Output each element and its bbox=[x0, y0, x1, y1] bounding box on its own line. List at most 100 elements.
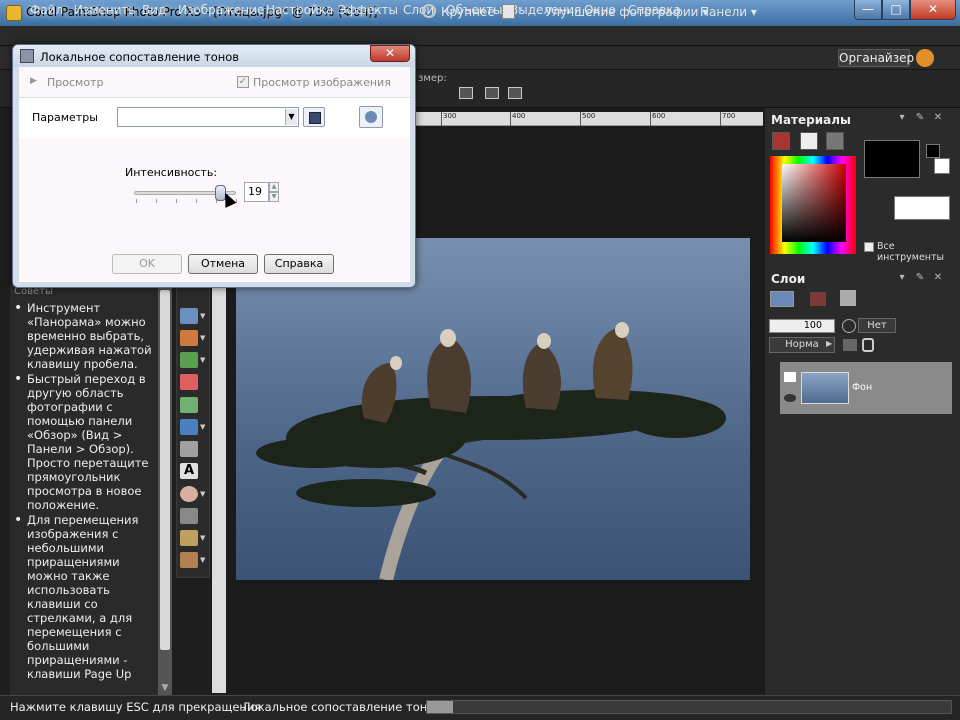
chevron-down-icon[interactable]: ▼ bbox=[200, 556, 205, 564]
app-icon[interactable] bbox=[6, 5, 22, 21]
flood-fill-tool-icon[interactable] bbox=[180, 419, 198, 435]
list-item: Инструмент «Панорама» можно временно выб… bbox=[14, 301, 154, 371]
fit-screen-icon[interactable] bbox=[508, 87, 522, 99]
presets-select[interactable] bbox=[117, 107, 299, 127]
eraser-tool-icon[interactable] bbox=[180, 374, 198, 390]
link-icon[interactable] bbox=[842, 319, 856, 333]
organizer-icon[interactable] bbox=[916, 49, 934, 67]
foreground-color-swatch[interactable] bbox=[926, 144, 940, 158]
panels-menu[interactable]: Панели ▾ bbox=[700, 5, 757, 19]
ruler-label: 600 bbox=[652, 112, 666, 120]
organizer-button[interactable]: Органайзер bbox=[838, 49, 914, 67]
ellipse-tool-icon[interactable] bbox=[180, 486, 198, 502]
ruler-tick bbox=[650, 112, 651, 126]
paint-brush-tool-icon[interactable] bbox=[180, 330, 198, 346]
chevron-right-icon[interactable]: ▶ bbox=[826, 339, 834, 351]
new-layer-icon[interactable] bbox=[770, 291, 794, 307]
tips-list: Инструмент «Панорама» можно временно выб… bbox=[14, 301, 154, 682]
close-icon[interactable]: ✕ bbox=[932, 272, 944, 284]
close-button[interactable]: ✕ bbox=[910, 0, 956, 20]
palette-options-icon[interactable]: ▾ bbox=[896, 112, 908, 124]
menu-item[interactable]: Файл bbox=[30, 3, 63, 17]
zoom-in-button[interactable]: Крупнее bbox=[441, 5, 495, 19]
slider-tick bbox=[156, 199, 157, 203]
chevron-down-icon[interactable]: ▾ bbox=[518, 5, 523, 15]
menu-item[interactable]: Изображение bbox=[178, 3, 264, 17]
layer-name[interactable]: Фон bbox=[852, 382, 872, 393]
ok-button[interactable]: OK bbox=[112, 254, 182, 274]
menu-item[interactable]: Настройка bbox=[266, 3, 333, 17]
preview-image-checkbox[interactable]: ✓ bbox=[237, 76, 249, 88]
maximize-button[interactable]: □ bbox=[882, 0, 910, 20]
ruler-tick bbox=[580, 112, 581, 126]
dialog-title: Локальное сопоставление тонов bbox=[40, 50, 240, 64]
color-saturation-square[interactable] bbox=[782, 164, 846, 242]
preview-image-label: Просмотр изображения bbox=[253, 76, 391, 89]
lock-icon[interactable] bbox=[862, 338, 874, 352]
foreground-swatch[interactable] bbox=[864, 140, 920, 178]
clone-tool-icon[interactable] bbox=[180, 352, 198, 368]
chevron-down-icon[interactable]: ▼ bbox=[200, 534, 205, 542]
spin-up-button[interactable]: ▲ bbox=[269, 182, 279, 192]
chevron-down-icon[interactable]: ▼ bbox=[200, 334, 205, 342]
save-preset-button[interactable] bbox=[303, 107, 325, 127]
document-icon[interactable] bbox=[502, 4, 515, 19]
background-swatch[interactable] bbox=[894, 196, 950, 220]
eye-icon[interactable] bbox=[784, 394, 796, 402]
close-icon[interactable]: ✕ bbox=[932, 112, 944, 124]
slider-tick bbox=[176, 199, 177, 203]
reset-defaults-button[interactable] bbox=[359, 106, 383, 128]
mesh-warp-tool-icon[interactable] bbox=[180, 552, 198, 568]
chevron-down-icon[interactable]: ▼ bbox=[200, 312, 205, 320]
fit-window-icon[interactable] bbox=[459, 87, 473, 99]
image-canvas[interactable] bbox=[236, 238, 750, 580]
intensity-input[interactable]: 19 bbox=[244, 182, 269, 202]
straighten-tool-icon[interactable] bbox=[180, 308, 198, 324]
scrollbar-thumb[interactable] bbox=[160, 290, 170, 650]
pen-tool-icon[interactable] bbox=[180, 508, 198, 524]
scroll-down-icon[interactable]: ▼ bbox=[158, 683, 172, 695]
picture-tube-tool-icon[interactable] bbox=[180, 397, 198, 413]
chevron-down-icon[interactable]: ▼ bbox=[285, 109, 297, 125]
delete-layer-icon[interactable] bbox=[810, 292, 826, 306]
mask-icon[interactable] bbox=[843, 339, 857, 351]
pin-icon[interactable]: ✎ bbox=[914, 272, 926, 284]
layer-effects-icon[interactable] bbox=[840, 290, 856, 306]
intensity-label: Интенсивность: bbox=[125, 166, 218, 179]
ruler-label: 400 bbox=[512, 112, 526, 120]
chevron-down-icon[interactable]: ▼ bbox=[200, 490, 205, 498]
palette-options-icon[interactable]: ▾ bbox=[896, 272, 908, 284]
minimize-button[interactable]: — bbox=[854, 0, 882, 20]
zoom-in-icon[interactable] bbox=[422, 4, 436, 18]
background-color-swatch[interactable] bbox=[934, 158, 950, 174]
warp-brush-tool-icon[interactable] bbox=[180, 530, 198, 546]
tab-rainbow[interactable] bbox=[772, 132, 790, 150]
dialog-close-button[interactable]: ✕ bbox=[370, 45, 410, 62]
cancel-button[interactable]: Отмена bbox=[188, 254, 258, 274]
ruler-label: 300 bbox=[443, 112, 457, 120]
opacity-field[interactable]: 100 bbox=[769, 319, 835, 333]
lighten-darken-tool-icon[interactable] bbox=[180, 441, 198, 457]
pin-icon[interactable]: ✎ bbox=[914, 112, 926, 124]
layer-visibility-icon[interactable] bbox=[784, 372, 796, 382]
layer-group-select[interactable]: Нет bbox=[858, 318, 896, 333]
menu-item[interactable]: Изменить bbox=[74, 3, 136, 17]
actual-size-icon[interactable] bbox=[485, 87, 499, 99]
slider-tick bbox=[196, 199, 197, 203]
help-button[interactable]: Справка bbox=[264, 254, 334, 274]
options-label: змер: bbox=[418, 73, 447, 84]
menu-item[interactable]: Эффекты bbox=[338, 3, 398, 17]
text-tool-icon[interactable]: A bbox=[180, 463, 198, 479]
expand-preview-icon[interactable]: ▶ bbox=[30, 76, 37, 86]
spin-down-button[interactable]: ▼ bbox=[269, 192, 279, 202]
tab-swatches[interactable] bbox=[800, 132, 818, 150]
layers-title: Слои bbox=[771, 272, 806, 286]
chevron-down-icon[interactable]: ▼ bbox=[200, 423, 205, 431]
menu-item[interactable]: Вид bbox=[142, 3, 166, 17]
chevron-down-icon[interactable]: ▼ bbox=[200, 356, 205, 364]
preview-toggle[interactable]: Просмотр bbox=[47, 76, 103, 89]
list-item: Для перемещения изображения с небольшими… bbox=[14, 513, 154, 681]
tab-patterns[interactable] bbox=[826, 132, 844, 150]
enhance-photo-menu[interactable]: Улучшение фотографии ▾ bbox=[545, 5, 708, 19]
all-tools-checkbox[interactable] bbox=[864, 242, 874, 252]
